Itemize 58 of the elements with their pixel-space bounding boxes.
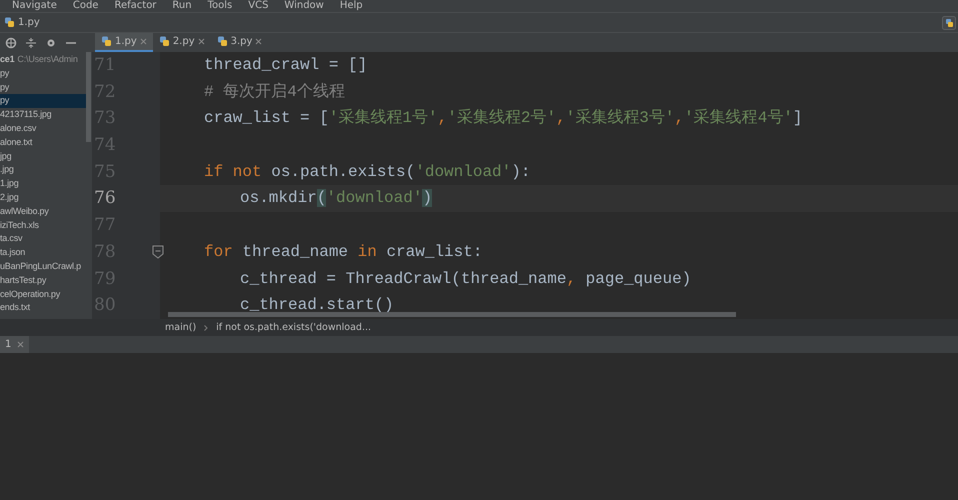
project-file[interactable]: 2.jpg — [0, 190, 86, 205]
project-root[interactable]: ce1 — [0, 54, 14, 64]
code-line: for thread_name in craw_list: — [204, 242, 482, 261]
horizontal-scrollbar[interactable] — [168, 312, 736, 317]
run-tab[interactable]: 1 — [0, 336, 30, 353]
project-file[interactable]: hartsTest.py — [0, 274, 86, 288]
settings-icon[interactable] — [45, 36, 57, 48]
menu-item[interactable]: VCS — [248, 0, 268, 12]
code-line: craw_list = ['采集线程1号','采集线程2号','采集线程3号','采集线程4号'] — [204, 109, 803, 128]
project-path: C:\Users\Admin — [17, 54, 78, 64]
menu-item[interactable]: Navigate — [12, 0, 57, 12]
python-icon[interactable] — [942, 16, 956, 30]
project-file[interactable]: py — [0, 66, 86, 81]
menu-item[interactable]: Help — [340, 0, 363, 12]
close-icon[interactable] — [255, 38, 262, 45]
collapse-icon[interactable] — [25, 36, 37, 48]
project-file[interactable]: iziTech.xls — [0, 218, 86, 232]
code-line: os.mkdir('download') — [240, 189, 432, 208]
project-file[interactable]: py — [0, 80, 86, 94]
project-file[interactable]: alone.csv — [0, 122, 86, 136]
breadcrumb-file[interactable]: 1.py — [4, 17, 40, 28]
close-icon[interactable] — [140, 38, 147, 45]
project-file[interactable]: celOperation.py — [0, 288, 86, 302]
code-line: if not os.path.exists('download'): — [204, 162, 530, 181]
close-icon[interactable] — [17, 341, 24, 348]
python-file-icon — [158, 36, 170, 47]
code-line: thread_crawl = [] — [204, 56, 368, 74]
project-file[interactable]: ends.txt — [0, 301, 86, 316]
menu-item[interactable]: Run — [172, 0, 192, 12]
line-number: 76 — [93, 187, 117, 210]
code-line: c_thread = ThreadCrawl(thread_name, page_queue) — [240, 270, 692, 288]
close-icon[interactable] — [198, 38, 205, 45]
project-file[interactable]: ta.json — [0, 246, 86, 260]
breadcrumb[interactable]: main() — [165, 322, 196, 333]
fold-icon[interactable] — [152, 244, 164, 259]
code-line: # 每次开启4个线程 — [204, 82, 345, 101]
target-icon[interactable] — [5, 36, 17, 48]
project-file[interactable]: awlWeibo.py — [0, 204, 86, 219]
code-line: c_thread.start() — [240, 296, 394, 314]
project-file[interactable]: 1.jpg — [0, 177, 86, 191]
menu-item[interactable]: Refactor — [114, 0, 156, 12]
python-file-icon — [216, 36, 228, 47]
project-file[interactable]: py — [0, 94, 86, 108]
chevron-icon — [204, 324, 208, 330]
project-file[interactable]: 42137115.jpg — [0, 108, 86, 122]
scrollbar[interactable] — [86, 52, 91, 142]
menu-item[interactable]: Window — [284, 0, 324, 12]
python-file-icon — [101, 36, 112, 47]
editor-tab[interactable]: 1.py — [95, 33, 153, 52]
project-file[interactable]: uBanPingLunCrawl.p — [0, 260, 86, 274]
project-file[interactable]: ta.csv — [0, 232, 86, 246]
menu-item[interactable]: Tools — [208, 0, 232, 12]
project-file[interactable]: alone.txt — [0, 136, 86, 150]
breadcrumb[interactable]: if not os.path.exists('download... — [216, 322, 372, 333]
python-file-icon — [4, 17, 15, 28]
menu-item[interactable]: Code — [72, 0, 98, 12]
project-file[interactable]: jpg — [0, 150, 86, 164]
project-file[interactable]: .jpg — [0, 163, 86, 178]
